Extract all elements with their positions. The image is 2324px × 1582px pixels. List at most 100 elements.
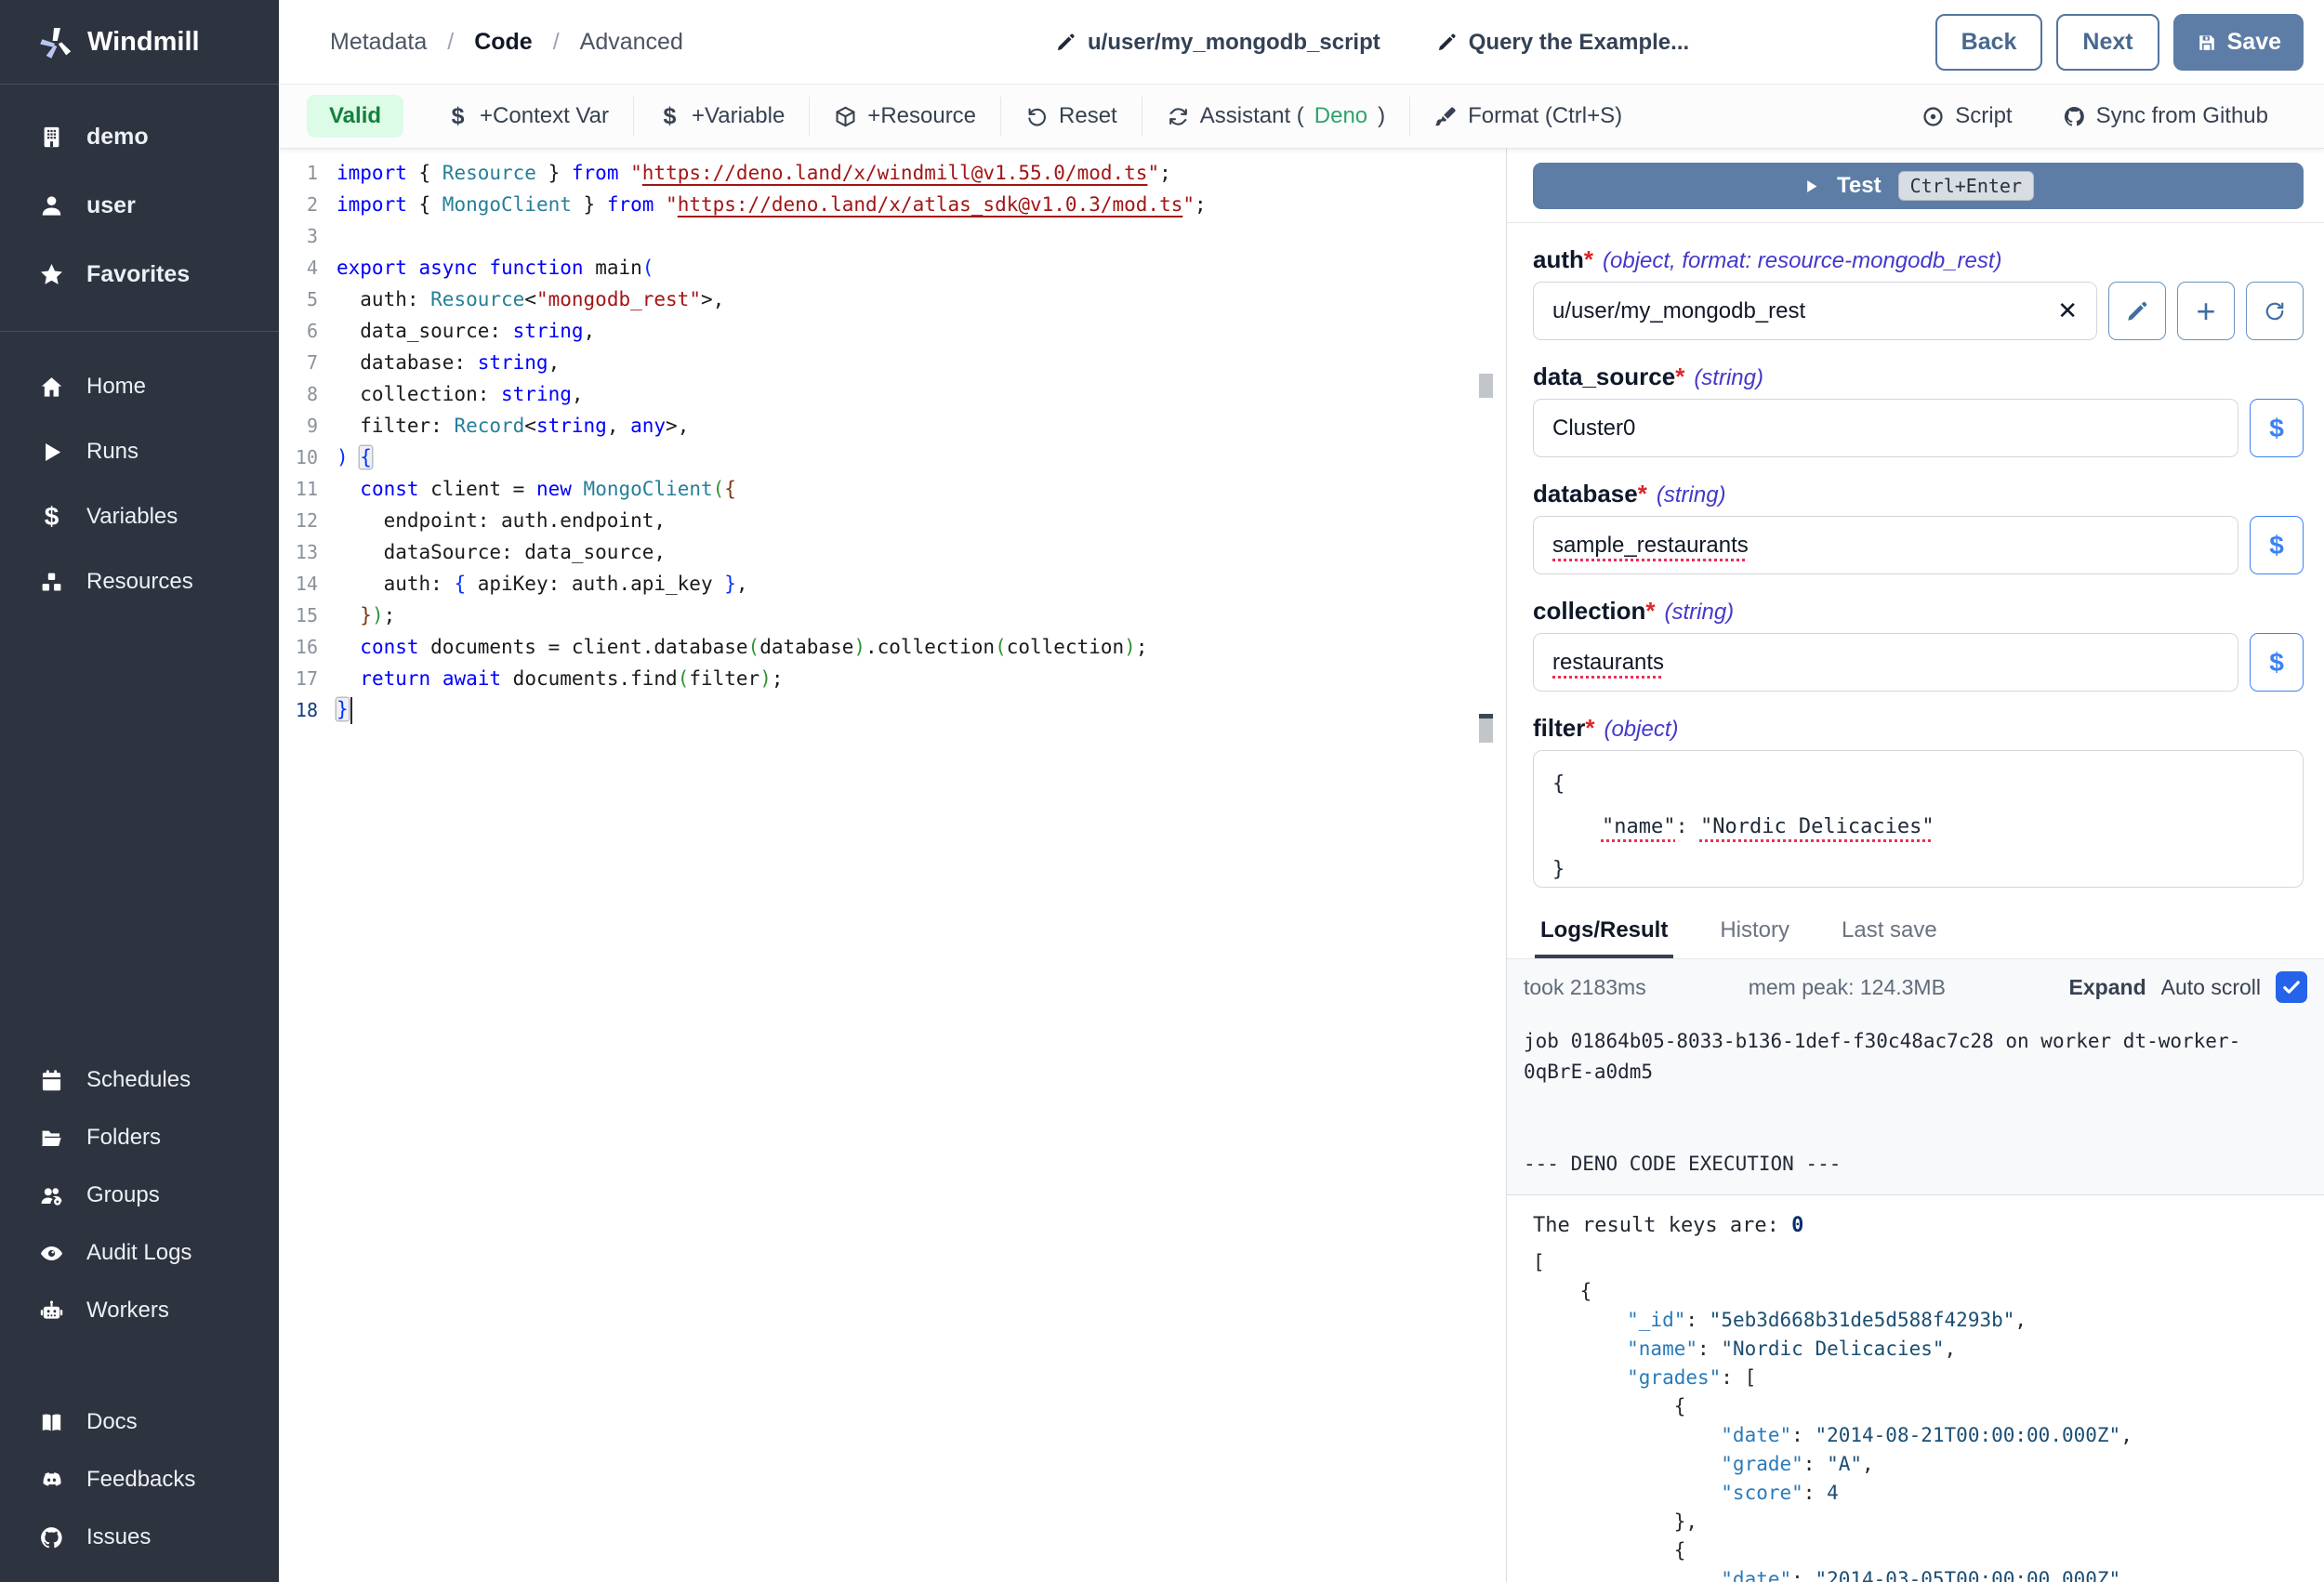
test-button[interactable]: Test Ctrl+Enter <box>1533 163 2304 209</box>
sidebar-section-nav: Home Runs $Variables Resources <box>0 332 279 609</box>
result-intro: The result keys are: 0 <box>1533 1214 2304 1237</box>
edit-resource-button[interactable] <box>2108 282 2166 340</box>
result-json-line: [ <box>1533 1248 2304 1277</box>
sidebar-item-workers[interactable]: Workers <box>0 1284 279 1338</box>
autoscroll-checkbox[interactable] <box>2276 971 2307 1003</box>
discord-icon <box>39 1468 64 1493</box>
line-number: 18 <box>279 699 337 721</box>
groups-icon <box>39 1183 64 1208</box>
tab-last-save[interactable]: Last save <box>1836 908 1943 958</box>
line-number: 4 <box>279 257 337 279</box>
breadcrumb-item-advanced[interactable]: Advanced <box>580 29 683 56</box>
dollar-icon: $ <box>658 105 681 128</box>
script-summary-chip[interactable]: Query the Example... <box>1436 30 1689 56</box>
save-button[interactable]: Save <box>2173 14 2304 71</box>
script-summary: Query the Example... <box>1469 30 1689 56</box>
editor-scrollbar-thumb[interactable] <box>1479 718 1493 743</box>
database-insert-variable-button[interactable]: $ <box>2250 516 2304 574</box>
code-text: export async function main( <box>337 257 654 279</box>
code-line: 2import { MongoClient } from "https://de… <box>279 189 1506 220</box>
line-number: 3 <box>279 225 337 247</box>
rotate-icon <box>2263 299 2287 323</box>
auth-input-row: u/user/my_mongodb_rest✕ + <box>1533 282 2304 340</box>
sidebar-item-feedbacks[interactable]: Feedbacks <box>0 1453 279 1507</box>
required-asterisk: * <box>1584 245 1593 274</box>
tab-history[interactable]: History <box>1714 908 1795 958</box>
windmill-logo-icon <box>39 25 73 59</box>
toolbar-button-assistant[interactable]: Assistant (Deno) <box>1142 85 1409 148</box>
building-icon <box>39 125 64 150</box>
output-tabs: Logs/Result History Last save <box>1507 908 2324 959</box>
home-icon <box>39 375 64 400</box>
plus-icon: + <box>2194 299 2218 323</box>
line-number: 12 <box>279 509 337 532</box>
next-button[interactable]: Next <box>2056 14 2159 71</box>
breadcrumb-item-metadata[interactable]: Metadata <box>330 29 427 56</box>
toolbar-button-script[interactable]: Script <box>1921 103 2012 129</box>
refresh-resource-button[interactable] <box>2246 282 2304 340</box>
code-editor[interactable]: 1import { Resource } from "https://deno.… <box>279 149 1506 1582</box>
database-input[interactable]: sample_restaurants <box>1533 516 2238 574</box>
filter-json-editor[interactable]: { "name": "Nordic Delicacies"} <box>1533 750 2304 888</box>
expand-button[interactable]: Expand <box>2069 975 2146 1000</box>
script-path-chip[interactable]: u/user/my_mongodb_script <box>1055 30 1380 56</box>
toolbar-button-resource[interactable]: +Resource <box>810 85 1000 148</box>
toolbar-button-format-ctrl-s[interactable]: Format (Ctrl+S) <box>1410 85 1646 148</box>
toolbar-button-label: Script <box>1955 103 2012 129</box>
code-text: const client = new MongoClient({ <box>337 478 736 500</box>
field-type-note: (string) <box>1664 600 1734 626</box>
breadcrumb-separator: / <box>553 29 560 56</box>
script-path: u/user/my_mongodb_script <box>1088 30 1380 56</box>
back-button[interactable]: Back <box>1935 14 2043 71</box>
database-value: sample_restaurants <box>1552 533 1749 559</box>
required-asterisk: * <box>1638 480 1647 508</box>
toolbar-button-context-var[interactable]: $+Context Var <box>422 85 633 148</box>
sidebar-item-folders[interactable]: Folders <box>0 1111 279 1165</box>
sidebar-item-docs[interactable]: Docs <box>0 1395 279 1449</box>
toolbar-button-variable[interactable]: $+Variable <box>634 85 809 148</box>
sidebar: Windmill demo user Favorites Home Runs $Varia… <box>0 0 279 1582</box>
data_source-insert-variable-button[interactable]: $ <box>2250 399 2304 457</box>
code-lines: 1import { Resource } from "https://deno.… <box>279 157 1506 726</box>
sidebar-item-resources[interactable]: Resources <box>0 555 279 609</box>
code-line: 13 dataSource: data_source, <box>279 536 1506 568</box>
divider <box>1507 222 2324 223</box>
log-line: job 01864b05-8033-b136-1def-f30c48ac7c28… <box>1524 1026 2307 1088</box>
pencil-icon <box>2125 299 2149 323</box>
code-line: 5 auth: Resource<"mongodb_rest">, <box>279 283 1506 315</box>
sidebar-item-issues[interactable]: Issues <box>0 1510 279 1564</box>
user-icon <box>39 193 64 218</box>
code-line: 17 return await documents.find(filter); <box>279 663 1506 694</box>
code-text: }); <box>337 604 395 626</box>
editor-scrollbar-thumb[interactable] <box>1479 374 1493 398</box>
sidebar-item-groups[interactable]: Groups <box>0 1168 279 1222</box>
target-icon <box>1921 105 1945 128</box>
sidebar-item-home[interactable]: Home <box>0 360 279 414</box>
clear-icon[interactable]: ✕ <box>2057 297 2078 325</box>
toolbar-button-sync-from-github[interactable]: Sync from Github <box>2063 103 2268 129</box>
sidebar-item-demo[interactable]: demo <box>0 110 279 164</box>
workspace-logo-row[interactable]: Windmill <box>0 0 279 85</box>
data_source-input[interactable]: Cluster0 <box>1533 399 2238 457</box>
log-line <box>1524 1118 2307 1149</box>
sidebar-item-label: Resources <box>86 569 193 595</box>
sidebar-item-schedules[interactable]: Schedules <box>0 1053 279 1107</box>
sidebar-item-label: Schedules <box>86 1067 191 1093</box>
sidebar-item-favorites[interactable]: Favorites <box>0 247 279 301</box>
collection-insert-variable-button[interactable]: $ <box>2250 633 2304 692</box>
line-number: 13 <box>279 541 337 563</box>
sidebar-item-user[interactable]: user <box>0 178 279 232</box>
result-json: [ { "_id": "5eb3d668b31de5d588f4293b", "… <box>1533 1248 2304 1582</box>
collection-input[interactable]: restaurants <box>1533 633 2238 692</box>
auth-input[interactable]: u/user/my_mongodb_rest✕ <box>1533 282 2097 340</box>
result-json-line: { <box>1533 1277 2304 1306</box>
tab-logs-result[interactable]: Logs/Result <box>1535 908 1673 958</box>
sidebar-item-variables[interactable]: $Variables <box>0 490 279 544</box>
sidebar-item-audit-logs[interactable]: Audit Logs <box>0 1226 279 1280</box>
sidebar-item-runs[interactable]: Runs <box>0 425 279 479</box>
toolbar-button-reset[interactable]: Reset <box>1001 85 1142 148</box>
sidebar-item-label: user <box>86 192 136 219</box>
breadcrumb-item-code[interactable]: Code <box>474 29 533 56</box>
refresh-icon <box>1167 105 1190 128</box>
add-resource-button[interactable]: + <box>2177 282 2235 340</box>
